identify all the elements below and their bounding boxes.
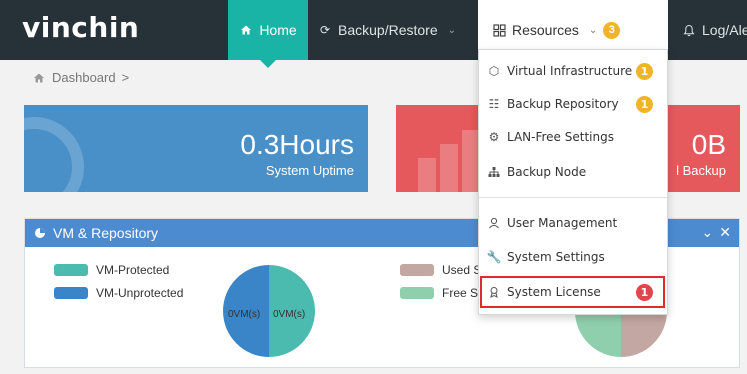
system-license-highlight: [480, 276, 665, 308]
nav-resources-label: Resources: [512, 22, 579, 38]
legend-vm-protected: VM-Protected: [54, 263, 169, 277]
panel-controls: ⌄ ✕: [702, 224, 731, 241]
nav-home-label: Home: [259, 22, 297, 38]
uptime-card: 0.3Hours System Uptime: [24, 105, 368, 192]
panel-title: VM & Repository: [53, 225, 159, 241]
menu-item-virtual-infrastructure[interactable]: ⬡ Virtual Infrastructure 1: [479, 56, 667, 86]
legend-vm-unprotected: VM-Unprotected: [54, 286, 183, 300]
menu-item-user-management[interactable]: User Management: [479, 208, 667, 238]
bell-icon: [682, 23, 696, 37]
legend-swatch: [400, 287, 434, 299]
menu-item-label: System Settings: [507, 250, 605, 264]
backup-label: l Backup: [676, 163, 726, 178]
sitemap-icon: ☷: [488, 97, 500, 111]
nav-backup-restore[interactable]: ⟳ Backup/Restore ⌄: [318, 0, 456, 60]
close-icon[interactable]: ✕: [719, 224, 731, 241]
breadcrumb-dashboard[interactable]: Dashboard: [52, 70, 116, 85]
bar-chart-icon: [418, 158, 436, 192]
uptime-value: 0.3Hours: [240, 129, 354, 160]
menu-item-badge: 1: [636, 62, 653, 80]
menu-item-system-settings[interactable]: 🔧 System Settings: [479, 242, 667, 272]
legend-swatch: [54, 287, 88, 299]
network-icon: [487, 165, 501, 179]
menu-divider: [479, 197, 667, 198]
menu-item-label: Backup Node: [507, 165, 587, 179]
home-icon: [239, 23, 253, 37]
brand-logo[interactable]: vinchin: [22, 11, 139, 44]
legend-label: VM-Protected: [96, 263, 170, 277]
menu-item-backup-repository[interactable]: ☷ Backup Repository 1: [479, 89, 667, 119]
pie-label-unprotected: 0VM(s): [228, 309, 260, 320]
backup-value: 0B: [691, 129, 726, 160]
user-icon: [487, 216, 501, 230]
menu-item-badge: 1: [636, 95, 653, 113]
nav-backup-restore-label: Backup/Restore: [338, 22, 438, 38]
resources-badge: 3: [603, 21, 621, 39]
gears-icon: ⚙: [488, 130, 500, 144]
clock-icon: [24, 117, 84, 192]
menu-item-label: Virtual Infrastructure: [507, 64, 633, 78]
chevron-down-icon: ⌄: [447, 24, 456, 36]
breadcrumb-separator: >: [121, 70, 130, 85]
pie-label-protected: 0VM(s): [273, 309, 305, 320]
menu-item-label: LAN-Free Settings: [507, 130, 614, 144]
cube-icon: ⬡: [488, 64, 500, 78]
menu-item-label: User Management: [507, 216, 618, 230]
pie-chart-icon: [33, 226, 47, 240]
sync-icon: ⟳: [319, 23, 331, 37]
uptime-label: System Uptime: [265, 163, 354, 178]
collapse-icon[interactable]: ⌄: [702, 224, 714, 241]
legend-swatch: [400, 264, 434, 276]
vm-pie-chart: 0VM(s) 0VM(s): [223, 265, 315, 357]
bar-chart-icon: [440, 144, 458, 192]
chevron-down-icon: ⌄: [588, 24, 598, 36]
active-caret: [260, 60, 276, 68]
wrench-icon: 🔧: [486, 250, 502, 264]
grid-icon: [492, 23, 506, 37]
home-icon: [32, 71, 46, 85]
nav-home[interactable]: Home: [228, 0, 308, 68]
breadcrumb: Dashboard >: [32, 70, 129, 85]
legend-label: VM-Unprotected: [96, 286, 184, 300]
menu-item-label: Backup Repository: [507, 97, 619, 111]
menu-item-backup-node[interactable]: Backup Node: [479, 157, 667, 187]
legend-swatch: [54, 264, 88, 276]
nav-log-alert[interactable]: Log/Alert ⌄: [682, 0, 747, 60]
menu-item-lan-free-settings[interactable]: ⚙ LAN-Free Settings: [479, 122, 667, 152]
nav-log-alert-label: Log/Alert: [702, 22, 747, 38]
